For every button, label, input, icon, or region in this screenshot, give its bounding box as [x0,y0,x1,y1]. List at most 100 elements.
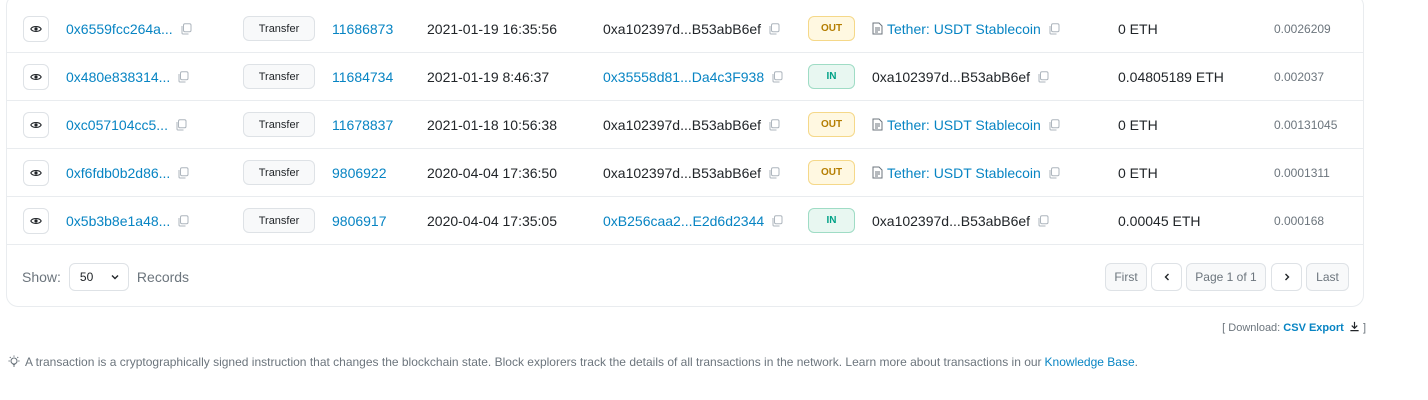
from-address: 0xa102397d...B53abB6ef [603,164,762,181]
download-bar: [ Download: CSV Export ] [1222,321,1366,334]
document-icon [872,166,883,179]
copy-icon [769,166,780,178]
from-address[interactable]: 0xB256caa2...E2d6d2344 [603,213,764,229]
eye-icon [30,170,42,176]
value-text: 0 ETH [1118,20,1158,37]
to-address: 0xa102397d...B53abB6ef [872,68,1031,85]
block-link[interactable]: 11684734 [332,69,393,85]
table-row: 0x480e838314... Transfer 11684734 2021-01-1… [7,53,1364,101]
block-link[interactable]: 11678837 [332,117,393,133]
table-row: 0xc057104cc5... Transfer 11678837 2021-01-1… [7,101,1364,149]
info-note: A transaction is a cryptographically sig… [6,355,1138,369]
preview-button[interactable] [23,16,49,42]
txn-fee: 0.0026209 [1274,21,1331,36]
copy-icon [772,214,783,226]
eye-icon [30,122,42,128]
direction-badge: OUT [808,112,855,137]
value-text: 0.00045 ETH [1118,212,1201,229]
copy-from-button[interactable] [768,166,780,179]
copy-from-button[interactable] [768,22,780,35]
copy-to-button[interactable] [1048,22,1060,35]
value-text: 0 ETH [1118,164,1158,181]
txn-fee: 0.002037 [1274,69,1325,84]
tx-hash-link[interactable]: 0x5b3b8e1a48... [66,213,170,229]
tx-hash-link[interactable]: 0xc057104cc5... [66,117,168,133]
block-link[interactable]: 9806922 [332,165,387,181]
txn-fee: 0.00131045 [1274,117,1338,132]
download-prefix: [ Download: [1222,322,1281,334]
page-size-control: Show: 50 Records [22,262,189,292]
to-address[interactable]: Tether: USDT Stablecoin [887,117,1041,133]
copy-from-button[interactable] [771,214,783,227]
copy-hash-button[interactable] [177,70,189,83]
direction-badge: OUT [808,16,855,41]
method-badge: Transfer [243,160,315,185]
copy-icon [176,118,187,130]
info-text: A transaction is a cryptographically sig… [25,355,1042,369]
copy-hash-button[interactable] [180,22,192,35]
from-address: 0xa102397d...B53abB6ef [603,20,762,37]
eye-icon [30,218,42,224]
to-address[interactable]: Tether: USDT Stablecoin [887,165,1041,181]
table-row: 0xf6fdb0b2d86... Transfer 9806922 2020-04-0… [7,149,1364,197]
method-badge: Transfer [243,64,315,89]
direction-badge: IN [808,64,855,89]
age-text: 2021-01-19 16:35:56 [427,20,557,37]
copy-icon [178,214,189,226]
preview-button[interactable] [23,112,49,138]
age-text: 2021-01-18 10:56:38 [427,116,557,133]
show-label: Show: [22,269,61,285]
method-badge: Transfer [243,16,315,41]
copy-to-button[interactable] [1037,70,1049,83]
last-page-button[interactable]: Last [1306,263,1349,291]
info-end: . [1134,355,1138,369]
preview-button[interactable] [23,160,49,186]
prev-page-button[interactable] [1151,263,1182,291]
block-link[interactable]: 9806917 [332,213,387,229]
preview-button[interactable] [23,64,49,90]
from-address: 0xa102397d...B53abB6ef [603,116,762,133]
copy-icon [1049,22,1060,34]
page-size-value: 50 [79,270,94,284]
age-text: 2020-04-04 17:35:05 [427,212,557,229]
eye-icon [30,74,42,80]
copy-to-button[interactable] [1048,118,1060,131]
age-text: 2021-01-19 8:46:37 [427,68,550,85]
copy-icon [769,22,780,34]
csv-export-link[interactable]: CSV Export [1283,322,1344,334]
method-badge: Transfer [243,208,315,233]
table-row: 0x6559fcc264a... Transfer 11686873 2021-01-… [7,5,1364,53]
copy-from-button[interactable] [771,70,783,83]
copy-hash-button[interactable] [177,166,189,179]
copy-from-button[interactable] [768,118,780,131]
first-page-button[interactable]: First [1105,263,1147,291]
block-link[interactable]: 11686873 [332,21,393,37]
copy-to-button[interactable] [1037,214,1049,227]
chevron-left-icon [1164,273,1169,281]
to-address[interactable]: Tether: USDT Stablecoin [887,21,1041,37]
preview-button[interactable] [23,208,49,234]
copy-hash-button[interactable] [175,118,187,131]
value-text: 0.04805189 ETH [1118,68,1224,85]
copy-hash-button[interactable] [177,214,189,227]
download-suffix: ] [1362,322,1366,334]
method-badge: Transfer [243,112,315,137]
copy-to-button[interactable] [1048,166,1060,179]
from-address[interactable]: 0x35558d81...Da4c3F938 [603,69,764,85]
copy-icon [772,70,783,82]
tx-hash-link[interactable]: 0x480e838314... [66,69,170,85]
page-size-select[interactable]: 50 [68,263,129,291]
to-address: 0xa102397d...B53abB6ef [872,212,1031,229]
next-page-button[interactable] [1271,263,1302,291]
copy-icon [1038,70,1049,82]
copy-icon [1049,166,1060,178]
knowledge-base-link[interactable]: Knowledge Base [1045,355,1135,369]
copy-icon [1049,118,1060,130]
page-info: Page 1 of 1 [1186,263,1266,291]
tx-hash-link[interactable]: 0xf6fdb0b2d86... [66,165,170,181]
txn-fee: 0.0001311 [1274,165,1330,180]
copy-icon [178,166,189,178]
tx-hash-link[interactable]: 0x6559fcc264a... [66,21,173,37]
direction-badge: IN [808,208,855,233]
lightbulb-icon [8,355,20,367]
